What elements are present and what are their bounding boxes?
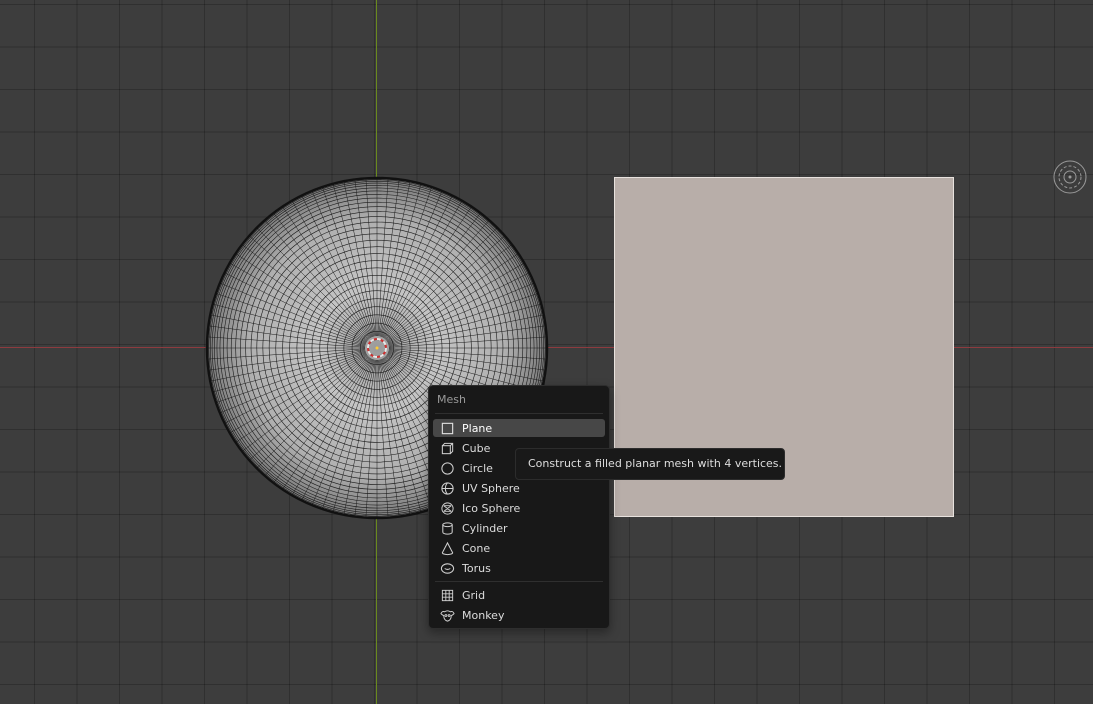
- ico-sphere-icon: [439, 500, 455, 516]
- menu-item-label: UV Sphere: [462, 481, 520, 495]
- torus-icon: [439, 560, 455, 576]
- uv-sphere-icon: [439, 480, 455, 496]
- menu-divider: [435, 413, 603, 414]
- menu-item-cylinder[interactable]: Cylinder: [433, 519, 605, 537]
- menu-item-label: Plane: [462, 421, 493, 435]
- grid-icon: [439, 587, 455, 603]
- menu-item-monkey[interactable]: Monkey: [433, 606, 605, 624]
- menu-item-ico-sphere[interactable]: Ico Sphere: [433, 499, 605, 517]
- plane-icon: [439, 420, 455, 436]
- cone-icon: [439, 540, 455, 556]
- menu-item-label: Monkey: [462, 608, 505, 622]
- menu-item-label: Cylinder: [462, 521, 508, 535]
- cube-icon: [439, 440, 455, 456]
- menu-item-plane[interactable]: Plane: [433, 419, 605, 437]
- navigation-gizmo-icon[interactable]: [1052, 159, 1088, 195]
- menu-item-grid[interactable]: Grid: [433, 586, 605, 604]
- menu-divider: [435, 581, 603, 582]
- menu-item-label: Cube: [462, 441, 491, 455]
- circle-icon: [439, 460, 455, 476]
- tooltip: Construct a filled planar mesh with 4 ve…: [515, 448, 785, 480]
- menu-item-torus[interactable]: Torus: [433, 559, 605, 577]
- monkey-icon: [439, 607, 455, 623]
- menu-item-label: Grid: [462, 588, 486, 602]
- add-mesh-menu: Mesh Plane Cube Circle UV Sphere Ico Sph…: [428, 385, 610, 629]
- menu-item-label: Ico Sphere: [462, 501, 521, 515]
- menu-item-label: Cone: [462, 541, 491, 555]
- menu-item-label: Torus: [462, 561, 491, 575]
- menu-item-cone[interactable]: Cone: [433, 539, 605, 557]
- cylinder-icon: [439, 520, 455, 536]
- menu-title: Mesh: [437, 393, 466, 406]
- menu-item-label: Circle: [462, 461, 493, 475]
- menu-item-uv-sphere[interactable]: UV Sphere: [433, 479, 605, 497]
